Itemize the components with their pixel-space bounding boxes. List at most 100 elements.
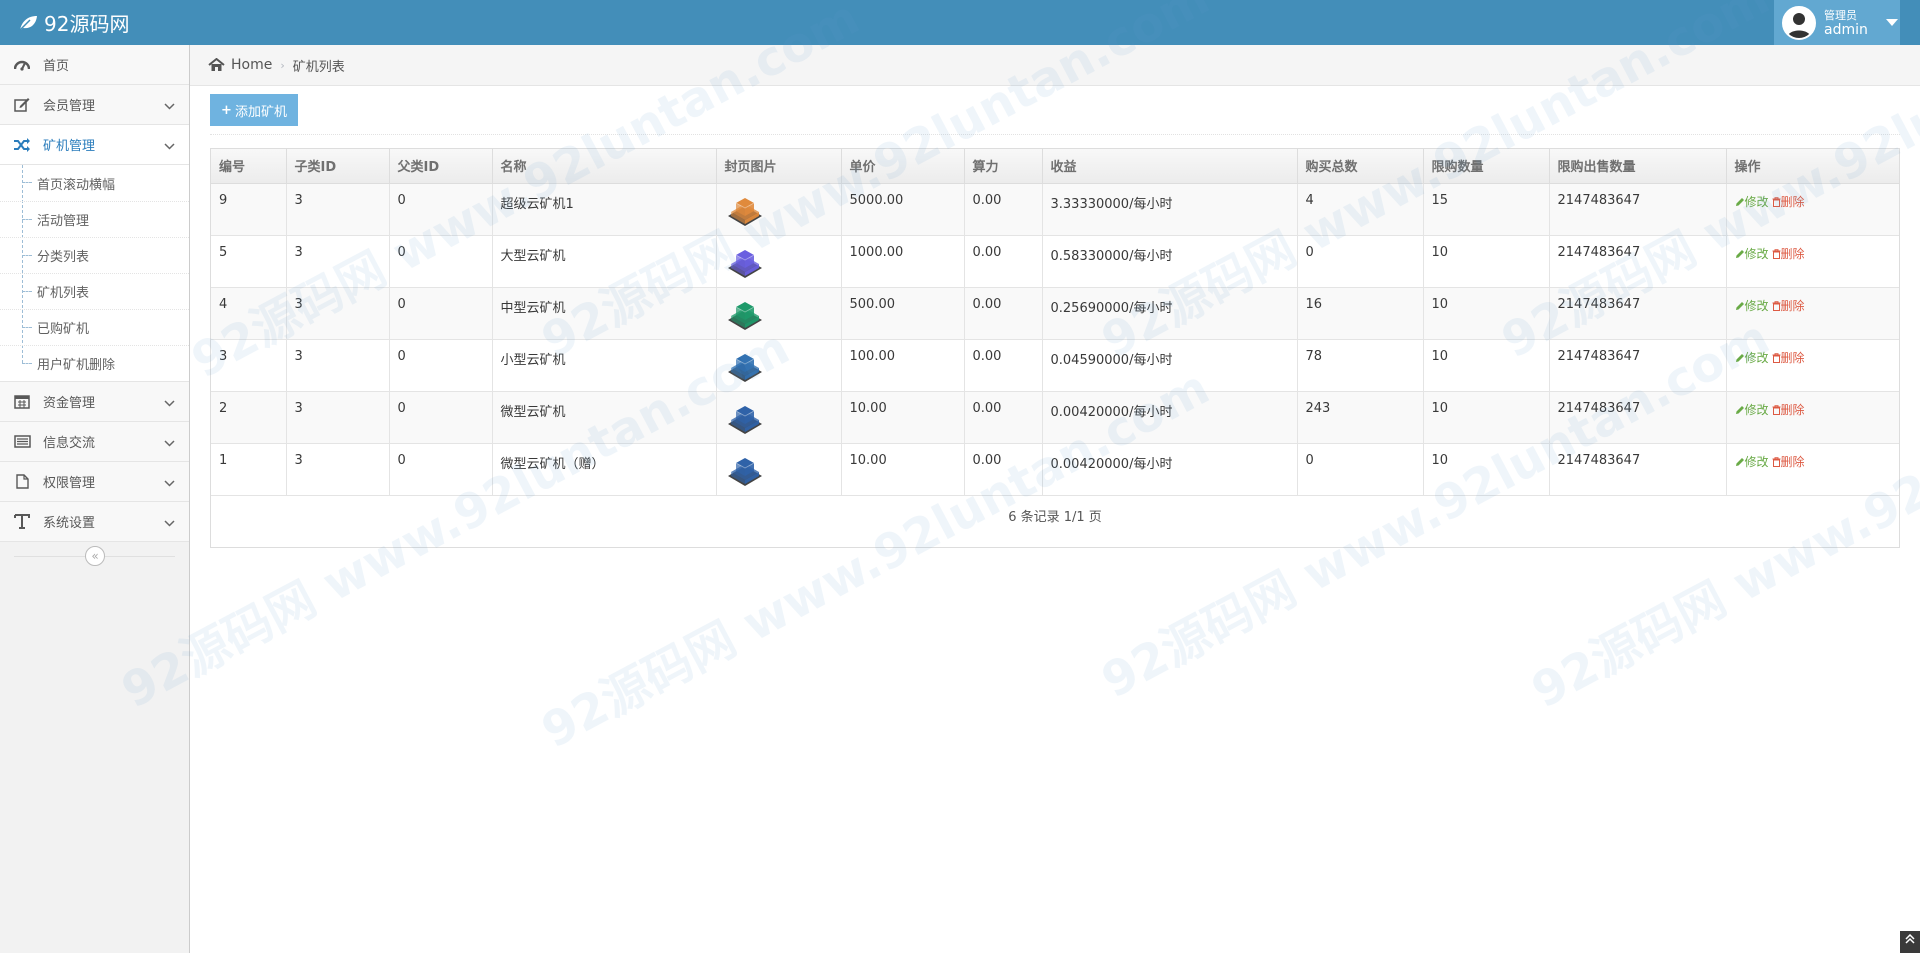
submenu-item-categories[interactable]: 分类列表 <box>0 237 189 273</box>
file-icon <box>12 474 32 489</box>
cell-id: 1 <box>211 442 287 496</box>
delete-link[interactable]: 删除 <box>1772 299 1805 313</box>
sidebar-item-permissions[interactable]: 权限管理 <box>0 462 189 502</box>
cell-sub: 3 <box>285 286 390 340</box>
trash-icon <box>1772 456 1781 467</box>
cell-id: 3 <box>211 338 287 392</box>
column-header[interactable]: 限购出售数量 <box>1548 149 1727 184</box>
submenu-item-purchased[interactable]: 已购矿机 <box>0 309 189 345</box>
breadcrumb: Home › 矿机列表 <box>190 45 1920 86</box>
table-row: 2 3 0 微型云矿机 10.00 0.00 0.00420000/每小时 243 10 2147… <box>211 390 1899 444</box>
chevron-down-icon <box>164 516 175 531</box>
cell-name: 微型云矿机（赠） <box>491 442 717 496</box>
add-miner-button[interactable]: + 添加矿机 <box>210 94 298 126</box>
edit-label: 修改 <box>1744 246 1769 261</box>
cell-cover-image <box>715 338 842 392</box>
miner-cube-icon <box>727 249 762 278</box>
cell-power: 0.00 <box>963 338 1043 392</box>
column-header[interactable]: 单价 <box>840 149 965 184</box>
table-row: 5 3 0 大型云矿机 1000.00 0.00 0.58330000/每小时 0 10 2147… <box>211 234 1899 288</box>
column-header[interactable]: 子类ID <box>285 149 390 184</box>
column-header[interactable]: 父类ID <box>388 149 493 184</box>
cell-id: 5 <box>211 234 287 288</box>
submenu-item-miner-list[interactable]: 矿机列表 <box>0 273 189 309</box>
sidebar-item-label: 信息交流 <box>43 436 96 451</box>
cell-limit: 10 <box>1422 390 1550 444</box>
column-header[interactable]: 收益 <box>1041 149 1298 184</box>
trash-icon <box>1772 248 1781 259</box>
cell-power: 0.00 <box>963 234 1043 288</box>
column-header[interactable]: 操作 <box>1725 149 1899 184</box>
cell-limit: 10 <box>1422 286 1550 340</box>
cell-power: 0.00 <box>963 390 1043 444</box>
cell-actions: 修改 删除 <box>1725 442 1899 496</box>
cell-bought: 0 <box>1296 234 1424 288</box>
column-header[interactable]: 编号 <box>211 149 287 184</box>
submenu-item-banner[interactable]: 首页滚动横幅 <box>0 165 189 201</box>
edit-link[interactable]: 修改 <box>1735 299 1769 313</box>
table-row: 1 3 0 微型云矿机（赠） 10.00 0.00 0.00420000/每小时 0 10 214… <box>211 442 1899 496</box>
breadcrumb-home-label: Home <box>231 57 273 73</box>
dashboard-icon <box>12 58 32 72</box>
edit-link[interactable]: 修改 <box>1735 351 1769 365</box>
edit-label: 修改 <box>1744 194 1769 209</box>
cell-name: 大型云矿机 <box>491 234 717 288</box>
edit-link[interactable]: 修改 <box>1735 403 1769 417</box>
sidebar-item-members[interactable]: 会员管理 <box>0 85 189 125</box>
cell-name: 超级云矿机1 <box>491 182 717 236</box>
breadcrumb-home[interactable]: Home <box>208 57 272 73</box>
brand[interactable]: 92源码网 <box>18 0 129 45</box>
calendar-icon <box>12 394 32 409</box>
cell-sell-limit: 2147483647 <box>1548 338 1727 392</box>
column-header[interactable]: 购买总数 <box>1296 149 1424 184</box>
edit-label: 修改 <box>1744 454 1769 469</box>
delete-link[interactable]: 删除 <box>1772 195 1805 209</box>
edit-icon <box>12 97 32 112</box>
delete-link[interactable]: 删除 <box>1772 403 1805 417</box>
scroll-to-top-button[interactable] <box>1900 931 1920 953</box>
column-header[interactable]: 算力 <box>963 149 1043 184</box>
edit-link[interactable]: 修改 <box>1735 195 1769 209</box>
edit-label: 修改 <box>1744 402 1769 417</box>
delete-link[interactable]: 删除 <box>1772 351 1805 365</box>
cell-actions: 修改 删除 <box>1725 390 1899 444</box>
delete-label: 删除 <box>1780 454 1805 469</box>
cell-sell-limit: 2147483647 <box>1548 286 1727 340</box>
cell-limit: 10 <box>1422 234 1550 288</box>
cell-income: 0.00420000/每小时 <box>1041 390 1298 444</box>
table-row: 4 3 0 中型云矿机 500.00 0.00 0.25690000/每小时 16 10 2147… <box>211 286 1899 340</box>
pencil-icon <box>1735 353 1744 362</box>
pencil-icon <box>1735 301 1744 310</box>
sidebar-collapse-bar: « <box>0 542 189 572</box>
delete-link[interactable]: 删除 <box>1772 247 1805 261</box>
column-header[interactable]: 限购数量 <box>1422 149 1550 184</box>
submenu-item-user-miner-delete[interactable]: 用户矿机删除 <box>0 345 189 381</box>
pencil-icon <box>1735 457 1744 466</box>
sidebar-item-miners[interactable]: 矿机管理 <box>0 125 189 165</box>
cell-sub: 3 <box>285 234 390 288</box>
sidebar: 首页 会员管理 矿机管理 首页滚动横幅 活动管理 分类列表 矿机列表 已购矿机 … <box>0 45 190 953</box>
cell-power: 0.00 <box>963 182 1043 236</box>
sidebar-item-messages[interactable]: 信息交流 <box>0 422 189 462</box>
delete-link[interactable]: 删除 <box>1772 455 1805 469</box>
sidebar-item-label: 系统设置 <box>43 516 96 531</box>
column-header[interactable]: 封页图片 <box>715 149 842 184</box>
sidebar-item-home[interactable]: 首页 <box>0 45 189 85</box>
sidebar-item-label: 矿机管理 <box>43 139 96 154</box>
cell-income: 0.58330000/每小时 <box>1041 234 1298 288</box>
cell-cover-image <box>715 390 842 444</box>
cell-income: 0.00420000/每小时 <box>1041 442 1298 496</box>
text-icon <box>12 514 32 529</box>
column-header[interactable]: 名称 <box>491 149 717 184</box>
sidebar-item-funds[interactable]: 资金管理 <box>0 382 189 422</box>
edit-link[interactable]: 修改 <box>1735 455 1769 469</box>
submenu-item-activity[interactable]: 活动管理 <box>0 201 189 237</box>
table-row: 3 3 0 小型云矿机 100.00 0.00 0.04590000/每小时 78 10 2147… <box>211 338 1899 392</box>
home-icon <box>208 58 225 71</box>
sidebar-item-settings[interactable]: 系统设置 <box>0 502 189 542</box>
edit-label: 修改 <box>1744 298 1769 313</box>
leaf-icon <box>18 15 38 31</box>
edit-link[interactable]: 修改 <box>1735 247 1769 261</box>
user-menu[interactable]: 管理员 admin <box>1774 0 1900 45</box>
collapse-sidebar-button[interactable]: « <box>85 546 105 566</box>
